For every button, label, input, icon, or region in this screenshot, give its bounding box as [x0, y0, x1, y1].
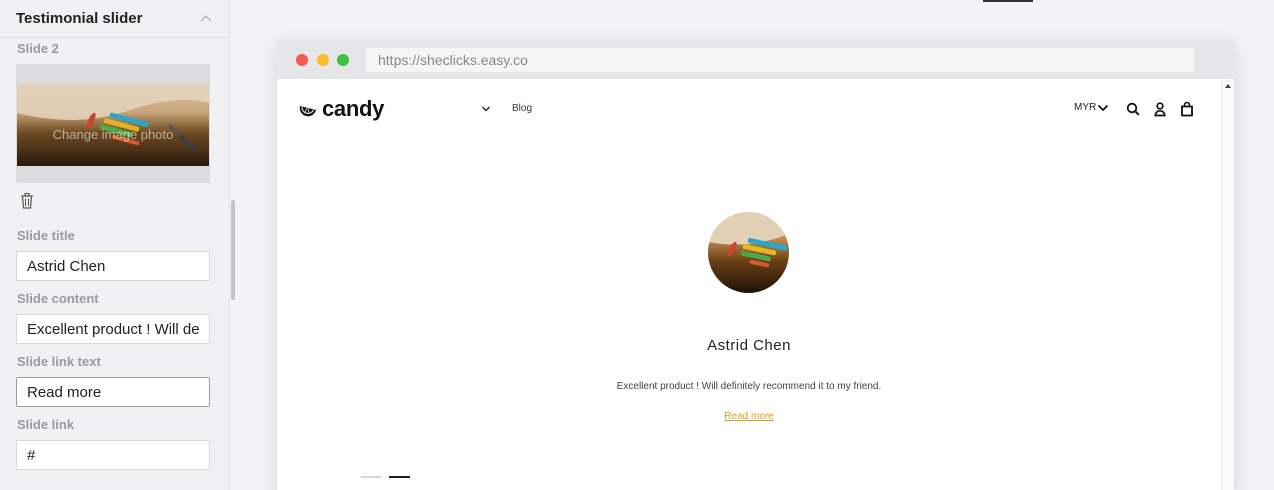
maximize-dot-icon	[337, 54, 349, 66]
chevron-down-icon[interactable]	[481, 105, 491, 113]
testimonial-read-more-link[interactable]: Read more	[277, 411, 1221, 422]
testimonial-name: Astrid Chen	[707, 337, 791, 354]
search-icon[interactable]	[1126, 101, 1140, 117]
nav-blog-link[interactable]: Blog	[512, 103, 532, 114]
url-bar: https://sheclicks.easy.co	[366, 48, 1194, 72]
slide-content-input[interactable]	[16, 314, 210, 344]
currency-label: MYR	[1074, 102, 1097, 113]
slide-link-text-label: Slide link text	[17, 354, 101, 369]
minimize-dot-icon	[317, 54, 329, 66]
slider-dot-2-active[interactable]	[389, 476, 410, 478]
slide-link-label: Slide link	[17, 417, 75, 432]
slide-image-picker[interactable]: Change image photo	[16, 64, 210, 183]
slide-image-thumbnail	[17, 83, 209, 166]
cart-icon[interactable]	[1180, 101, 1194, 117]
account-icon[interactable]	[1153, 101, 1167, 117]
scroll-up-arrow-icon[interactable]	[1225, 84, 1231, 88]
section-title: Testimonial slider	[16, 10, 143, 27]
close-dot-icon	[296, 54, 308, 66]
slide-link-input[interactable]	[16, 440, 210, 470]
lime-slice-icon	[299, 106, 316, 117]
slide-link-text-input[interactable]	[16, 377, 210, 407]
active-tab-indicator	[983, 0, 1033, 2]
chevron-down-icon	[1098, 104, 1109, 111]
store-logo[interactable]: candy	[298, 96, 384, 122]
currency-selector[interactable]: MYR	[1074, 102, 1109, 113]
slide-content-label: Slide content	[17, 291, 99, 306]
settings-panel: Testimonial slider Slide 2 Change image …	[0, 0, 230, 490]
slide-title-label: Slide title	[17, 228, 75, 243]
slide-heading: Slide 2	[17, 41, 59, 56]
testimonial-avatar	[708, 212, 789, 293]
preview-scrollbar[interactable]	[1221, 79, 1234, 490]
panel-scrollbar[interactable]	[231, 200, 235, 300]
store-preview: candy Blog MYR Astrid Chen Excellent pro…	[277, 79, 1221, 490]
chevron-up-icon[interactable]	[199, 12, 213, 26]
logo-text: candy	[322, 96, 385, 121]
testimonial-content: Excellent product ! Will definitely reco…	[616, 381, 882, 392]
slide-title-input[interactable]	[16, 251, 210, 281]
trash-icon[interactable]	[19, 192, 35, 210]
section-header[interactable]: Testimonial slider	[0, 0, 229, 38]
slider-dot-1[interactable]	[361, 476, 381, 478]
change-image-caption: Change image photo	[52, 127, 174, 142]
